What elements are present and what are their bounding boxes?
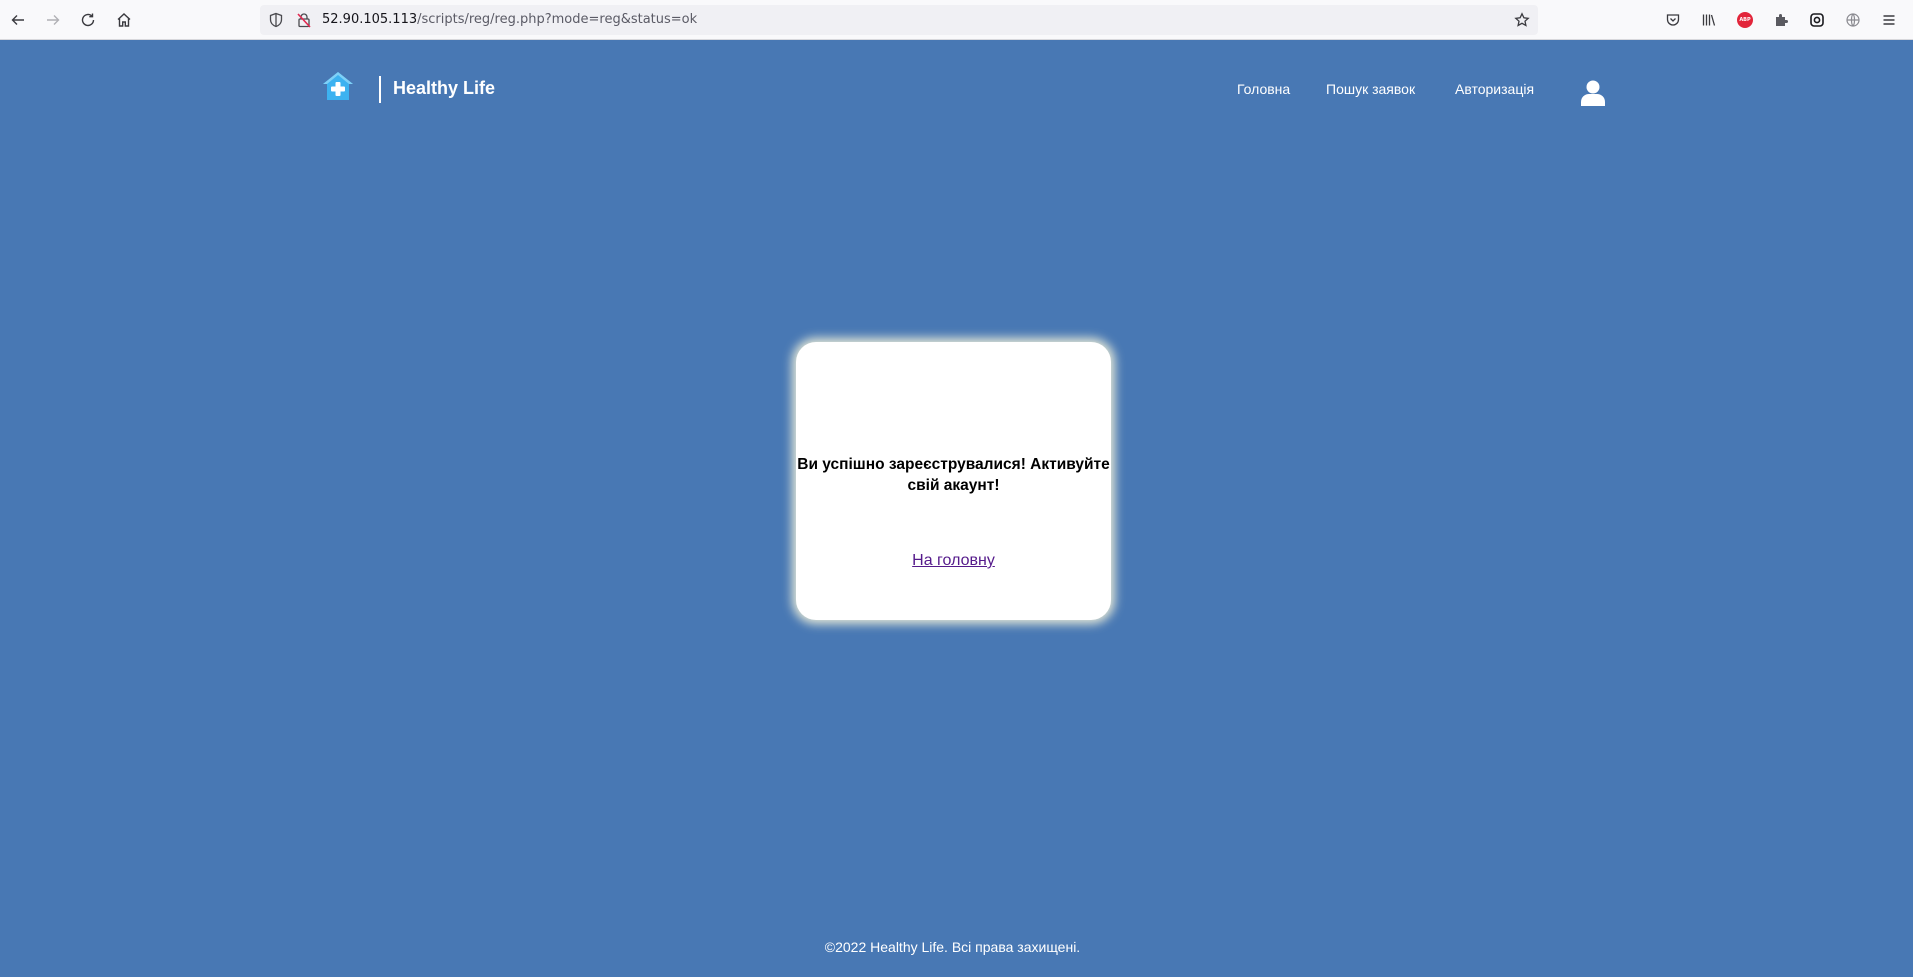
address-bar[interactable]: 52.90.105.113/scripts/reg/reg.php?mode=r… [260, 5, 1538, 35]
browser-toolbar: 52.90.105.113/scripts/reg/reg.php?mode=r… [0, 0, 1913, 40]
library-icon [1702, 14, 1716, 26]
pocket-icon [1666, 14, 1680, 26]
site-header: Healthy Life Головна Пошук заявок Автори… [0, 40, 1913, 140]
adblock-plus-icon: ABP [1737, 12, 1753, 28]
puzzle-piece-icon [1776, 14, 1788, 26]
screenshot-icon [1810, 13, 1824, 27]
back-button[interactable] [0, 2, 36, 38]
reload-icon [81, 13, 95, 27]
forward-button[interactable] [35, 2, 71, 38]
adblock-plus-button[interactable]: ABP [1727, 4, 1763, 36]
logo-divider [379, 76, 381, 103]
url-path: /scripts/reg/reg.php?mode=reg&status=ok [417, 12, 698, 27]
brand-name[interactable]: Healthy Life [393, 78, 495, 99]
nav-link-home[interactable]: Головна [1237, 81, 1290, 97]
arrow-left-icon [11, 15, 24, 25]
home-link[interactable]: На головну [796, 552, 1111, 570]
user-account-icon[interactable] [1581, 80, 1605, 106]
registration-success-card: Ви успішно зареєструвалися! Активуйте св… [796, 342, 1111, 620]
pocket-button[interactable] [1655, 4, 1691, 36]
medical-house-logo-icon[interactable] [322, 70, 354, 102]
nav-link-search-requests[interactable]: Пошук заявок [1326, 81, 1415, 97]
insecure-lock-icon[interactable] [296, 12, 312, 28]
bookmark-star-icon[interactable] [1514, 12, 1530, 28]
success-message: Ви успішно зареєструвалися! Активуйте св… [797, 456, 1110, 494]
hamburger-menu-icon [1883, 15, 1895, 25]
home-icon [117, 13, 131, 27]
footer-copyright: ©2022 Healthy Life. Всі права захищені. [824, 939, 1081, 955]
library-button[interactable] [1691, 4, 1727, 36]
globe-icon [1846, 13, 1860, 27]
extension-button[interactable] [1763, 4, 1799, 36]
url-text[interactable]: 52.90.105.113/scripts/reg/reg.php?mode=r… [322, 12, 697, 27]
reload-button[interactable] [70, 2, 106, 38]
arrow-right-icon [47, 15, 60, 25]
url-host: 52.90.105.113 [322, 12, 418, 27]
toolbar-extensions: ABP [1655, 4, 1907, 36]
app-menu-button[interactable] [1871, 4, 1907, 36]
translate-button[interactable] [1835, 4, 1871, 36]
nav-link-login[interactable]: Авторизація [1455, 81, 1534, 97]
screenshot-extension-button[interactable] [1799, 4, 1835, 36]
home-button[interactable] [106, 2, 142, 38]
tracking-shield-icon[interactable] [268, 12, 284, 28]
